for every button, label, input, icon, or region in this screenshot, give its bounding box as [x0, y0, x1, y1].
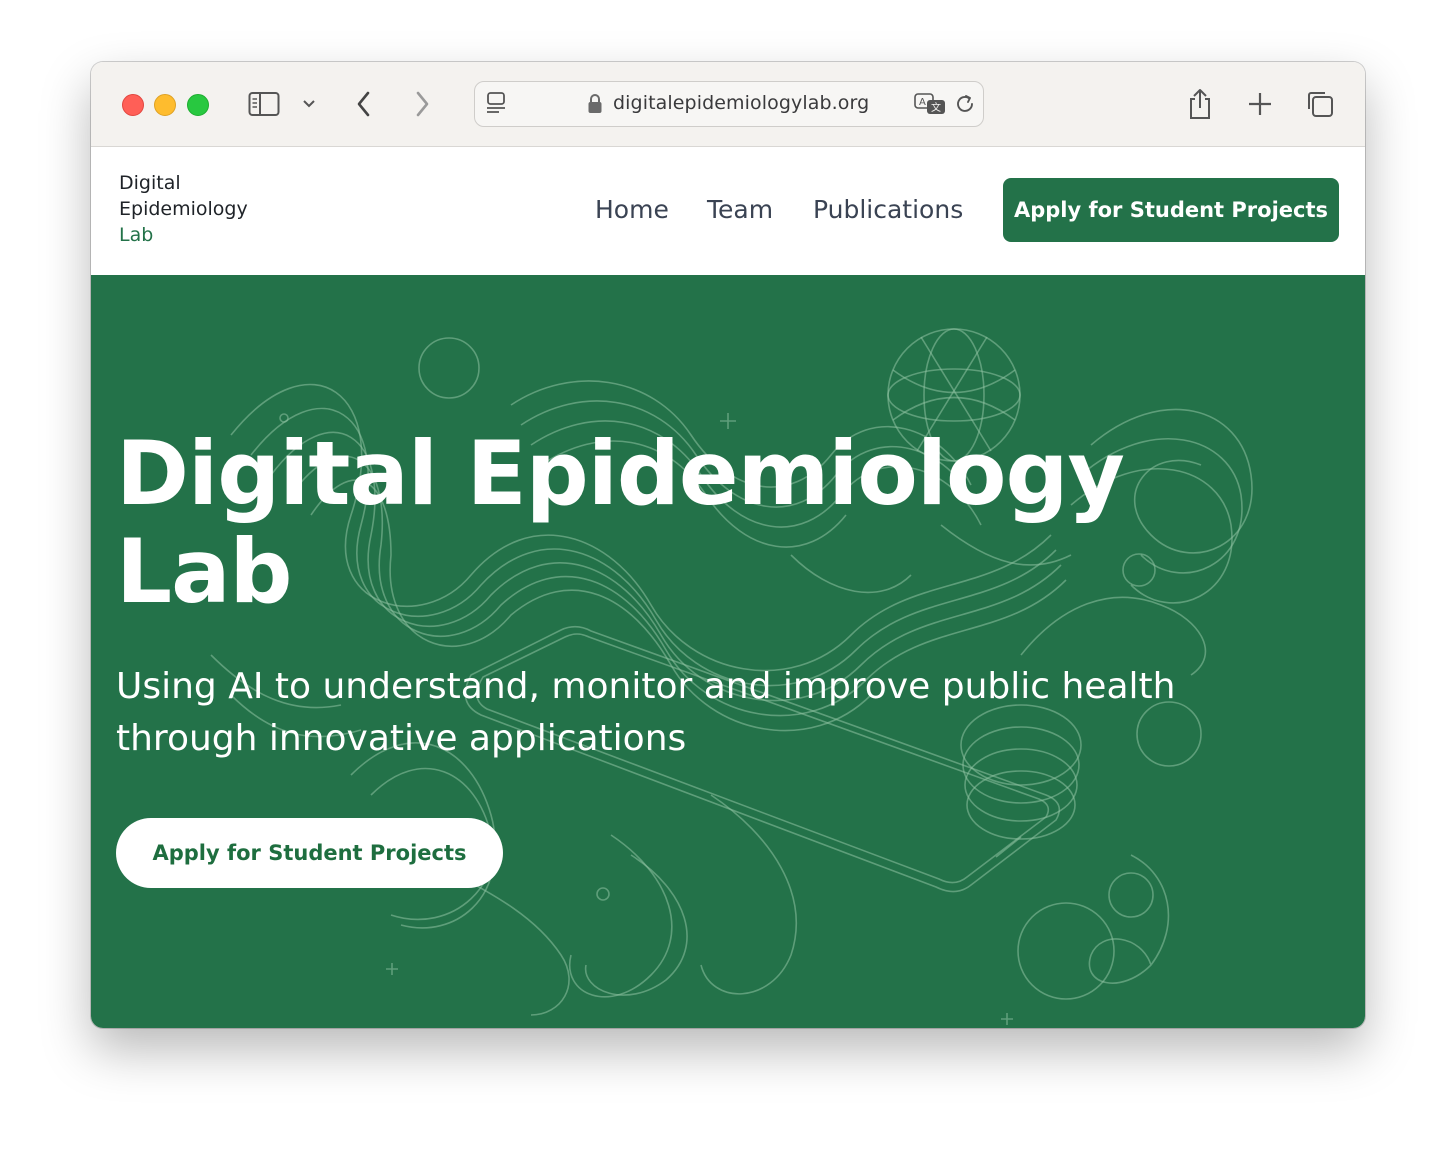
forward-icon[interactable]: [409, 87, 435, 121]
tabs-overview-icon[interactable]: [1303, 87, 1337, 121]
hero-subtitle-line-2: through innovative applications: [116, 718, 687, 759]
close-window-button[interactable]: [122, 94, 144, 116]
brand-line-2: Epidemiology: [119, 198, 248, 220]
hero-illustration: [210, 328, 1253, 1025]
site-logo[interactable]: Digital Epidemiology Lab: [119, 170, 248, 248]
nav-home[interactable]: Home: [595, 195, 669, 224]
brand-line-1: Digital: [119, 172, 181, 194]
reader-icon[interactable]: [485, 91, 509, 122]
svg-text:A: A: [919, 97, 926, 108]
hero-subtitle: Using AI to understand, monitor and impr…: [116, 661, 1216, 765]
hero-section: Digital Epidemiology Lab Using AI to und…: [91, 275, 1365, 1028]
reload-icon[interactable]: [953, 92, 977, 121]
translate-icon[interactable]: A文: [913, 91, 947, 122]
hero-title-line-2: Lab: [116, 520, 292, 623]
chevron-down-icon[interactable]: [299, 87, 319, 121]
svg-text:文: 文: [931, 101, 941, 114]
hero-title-line-1: Digital Epidemiology: [116, 422, 1125, 525]
address-bar[interactable]: digitalepidemiologylab.org A文: [474, 81, 984, 127]
brand-line-3: Lab: [119, 224, 154, 246]
browser-toolbar: digitalepidemiologylab.org A文: [91, 62, 1365, 147]
new-tab-icon[interactable]: [1243, 87, 1277, 121]
url-text: digitalepidemiologylab.org: [613, 92, 870, 114]
hero-subtitle-line-1: Using AI to understand, monitor and impr…: [116, 666, 1176, 707]
nav-publications[interactable]: Publications: [813, 195, 963, 224]
hero-title: Digital Epidemiology Lab: [116, 425, 1316, 621]
minimize-window-button[interactable]: [154, 94, 176, 116]
nav-apply-button[interactable]: Apply for Student Projects: [1003, 178, 1339, 242]
back-icon[interactable]: [351, 87, 377, 121]
browser-window: digitalepidemiologylab.org A文 Digital Ep…: [91, 62, 1365, 1028]
site-header: Digital Epidemiology Lab Home Team Publi…: [91, 147, 1365, 275]
hero-apply-button[interactable]: Apply for Student Projects: [116, 818, 503, 888]
share-icon[interactable]: [1183, 87, 1217, 121]
lock-icon: [587, 93, 603, 120]
sidebar-icon[interactable]: [247, 87, 281, 121]
zoom-window-button[interactable]: [187, 94, 209, 116]
nav-team[interactable]: Team: [707, 195, 773, 224]
